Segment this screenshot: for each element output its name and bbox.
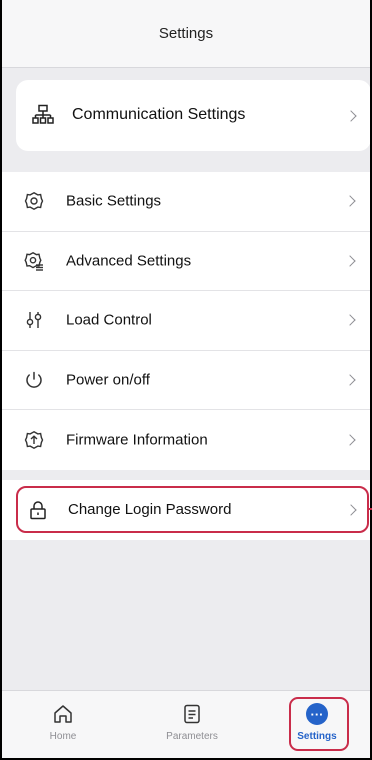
- chevron-right-icon: [344, 374, 356, 386]
- tab-label: Parameters: [166, 731, 218, 742]
- chevron-right-icon: [344, 434, 356, 446]
- chevron-right-icon: [344, 195, 356, 207]
- lock-icon: [30, 501, 46, 520]
- settings-tab-highlight: [289, 697, 349, 751]
- communication-settings-item[interactable]: Communication Settings: [16, 80, 370, 151]
- settings-item-advanced[interactable]: Advanced Settings: [2, 232, 370, 292]
- chevron-right-icon: [344, 255, 356, 267]
- settings-item-label: Advanced Settings: [66, 252, 192, 270]
- highlight-connector: [367, 508, 372, 510]
- sliders-icon: [26, 312, 42, 329]
- home-icon: [54, 705, 72, 723]
- tab-home[interactable]: Home: [18, 691, 108, 758]
- app-frame: Settings Communication Settings Basic Se…: [0, 0, 372, 760]
- communication-settings-label: Communication Settings: [72, 106, 246, 123]
- page-title: Settings: [158, 25, 214, 42]
- power-icon: [26, 371, 42, 388]
- settings-item-power[interactable]: Power on/off: [2, 351, 370, 411]
- document-icon: [184, 704, 200, 724]
- change-password-item[interactable]: Change Login Password: [16, 486, 369, 533]
- settings-item-label: Firmware Information: [66, 431, 208, 449]
- settings-item-firmware[interactable]: Firmware Information: [2, 410, 370, 470]
- firmware-icon: [24, 431, 44, 450]
- settings-item-load-control[interactable]: Load Control: [2, 291, 370, 351]
- settings-item-label: Load Control: [66, 311, 152, 329]
- settings-list: Basic Settings Advanced Settings Load Co…: [2, 172, 370, 470]
- chevron-right-icon: [345, 503, 357, 516]
- password-section: Change Login Password: [2, 480, 370, 540]
- settings-item-basic[interactable]: Basic Settings: [2, 172, 370, 232]
- header: Settings: [2, 0, 370, 68]
- advanced-gear-icon: [24, 251, 43, 271]
- chevron-right-icon: [345, 109, 357, 122]
- tab-label: Home: [49, 731, 77, 742]
- settings-item-label: Power on/off: [66, 371, 150, 389]
- settings-item-label: Basic Settings: [66, 192, 162, 210]
- network-icon: [32, 104, 54, 124]
- tab-parameters[interactable]: Parameters: [147, 691, 237, 758]
- gear-icon: [24, 192, 44, 211]
- chevron-right-icon: [344, 314, 356, 327]
- change-password-label: Change Login Password: [68, 501, 232, 518]
